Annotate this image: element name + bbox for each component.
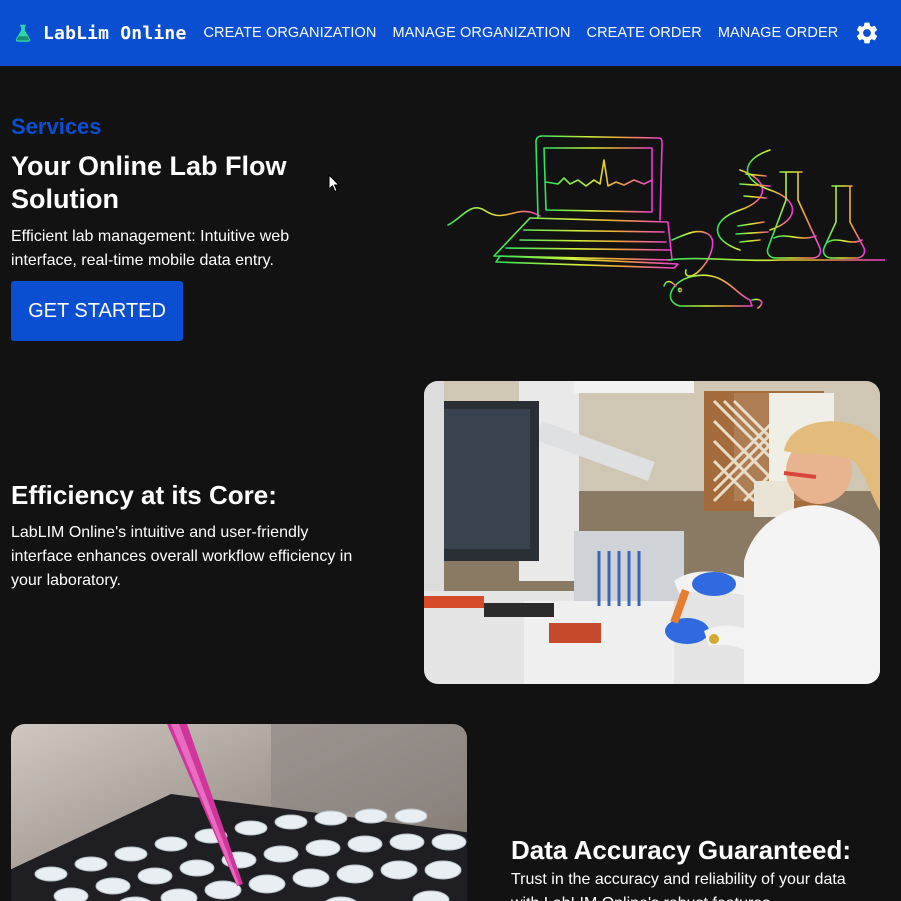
main-nav: CREATE ORGANIZATION MANAGE ORGANIZATION … [203,25,854,41]
nav-manage-order[interactable]: MANAGE ORDER [718,25,838,41]
mouse-cursor-icon [328,174,340,193]
feature-efficiency-title: Efficiency at its Core: [11,480,277,510]
nav-create-order[interactable]: CREATE ORDER [587,25,702,41]
get-started-button[interactable]: GET STARTED [11,281,183,341]
flask-icon [15,24,31,42]
top-navbar: LabLim Online CREATE ORGANIZATION MANAGE… [0,0,901,66]
pipette-and-sample-tubes-photo [11,724,467,901]
brand-name: LabLim Online [43,22,187,44]
hero-description: Efficient lab management: Intuitive web … [11,228,290,269]
brand-logo[interactable]: LabLim Online [12,22,186,44]
feature-accuracy-title: Data Accuracy Guaranteed: [511,835,852,865]
hero-title: Your Online Lab Flow Solution [11,151,287,214]
scientist-at-lab-instrument-photo [424,381,880,684]
feature-accuracy-description: Trust in the accuracy and reliability of… [511,871,846,901]
nav-manage-organization[interactable]: MANAGE ORGANIZATION [392,25,570,41]
lab-line-art-illustration [447,135,885,309]
gear-icon[interactable] [854,20,880,46]
nav-create-organization[interactable]: CREATE ORGANIZATION [203,25,376,41]
hero-kicker: Services [11,114,102,139]
feature-efficiency-description: LabLIM Online's intuitive and user-frien… [11,524,353,589]
